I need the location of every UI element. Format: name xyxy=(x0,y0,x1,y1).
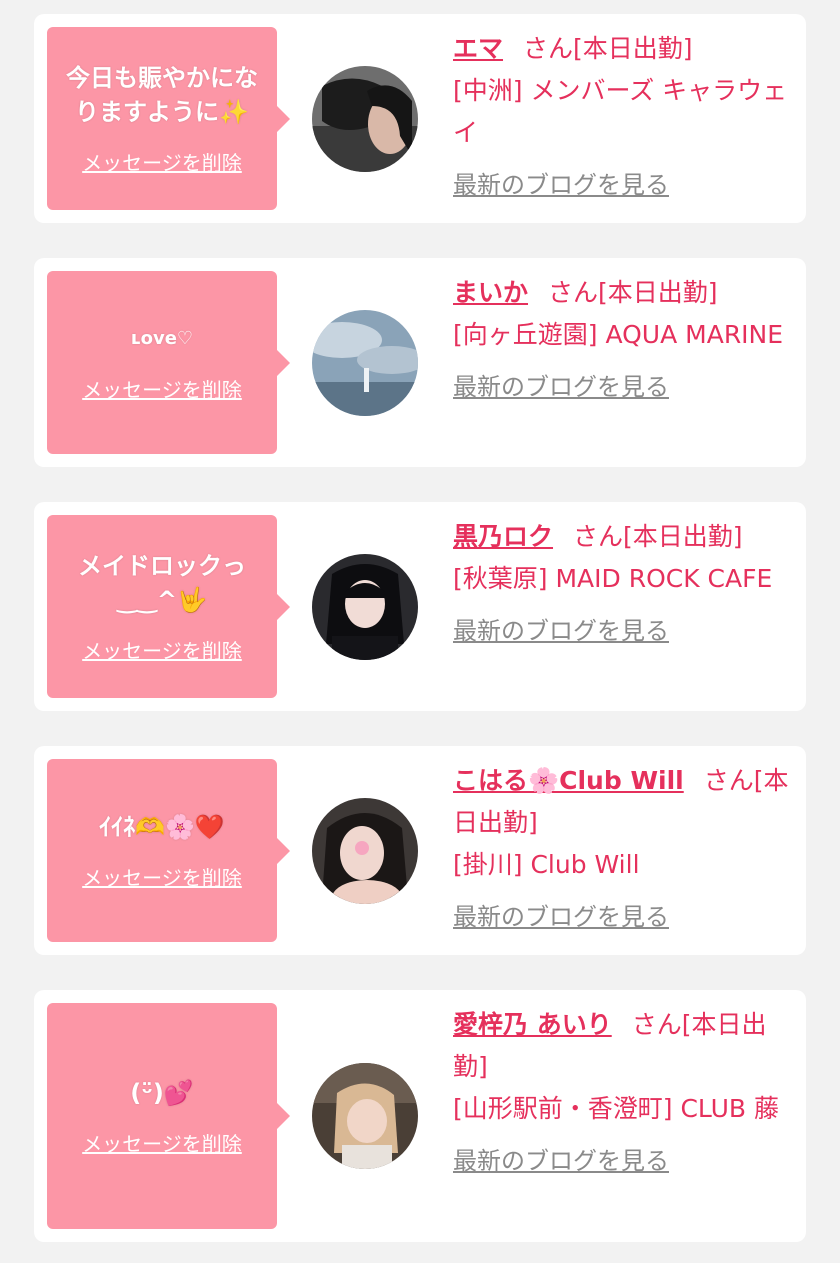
member-info: 愛梓乃 あいり さん[本日出勤] [山形駅前・香澄町] CLUB 藤 最新のブログ… xyxy=(453,1004,793,1182)
latest-blog-link[interactable]: 最新のブログを見る xyxy=(453,896,669,938)
avatar[interactable] xyxy=(312,554,418,660)
honorific: さん xyxy=(548,278,599,307)
member-name-link[interactable]: 愛梓乃 あいり xyxy=(453,1010,612,1039)
member-card: ʟove♡ メッセージを削除 まいか さん[本日出勤] [向ヶ丘遊園] AQUA … xyxy=(34,258,806,467)
honorific: さん xyxy=(703,766,754,795)
delete-message-link[interactable]: メッセージを削除 xyxy=(82,1128,242,1157)
member-name-link[interactable]: こはる🌸Club Will xyxy=(453,766,684,795)
member-info: こはる🌸Club Will さん[本日出勤] [掛川] Club Will 最新の… xyxy=(453,760,793,938)
avatar[interactable] xyxy=(312,66,418,172)
member-info: エマ さん[本日出勤] [中洲] メンバーズ キャラウェイ 最新のブログを見る xyxy=(453,28,793,206)
latest-blog-link[interactable]: 最新のブログを見る xyxy=(453,1140,669,1182)
member-name-link[interactable]: エマ xyxy=(453,34,503,63)
status-label: [本日出勤] xyxy=(623,522,743,551)
delete-message-link[interactable]: メッセージを削除 xyxy=(82,147,242,176)
avatar[interactable] xyxy=(312,310,418,416)
shop-location: [掛川] Club Will xyxy=(453,850,640,879)
member-card: メイドロックっ‿‿^🤟 メッセージを削除 黒乃ロク さん[本日出勤] [秋葉原] … xyxy=(34,502,806,711)
honorific: さん xyxy=(573,522,624,551)
member-info: 黒乃ロク さん[本日出勤] [秋葉原] MAID ROCK CAFE 最新のブログ… xyxy=(453,516,793,652)
honorific: さん xyxy=(523,34,574,63)
latest-blog-link[interactable]: 最新のブログを見る xyxy=(453,164,669,206)
member-info: まいか さん[本日出勤] [向ヶ丘遊園] AQUA MARINE 最新のブログを見… xyxy=(453,272,793,408)
latest-blog-link[interactable]: 最新のブログを見る xyxy=(453,610,669,652)
shop-location: [秋葉原] MAID ROCK CAFE xyxy=(453,564,773,593)
latest-blog-link[interactable]: 最新のブログを見る xyxy=(453,366,669,408)
message-bubble: ｲｲﾈ🫶🌸❤️ メッセージを削除 xyxy=(47,759,290,942)
message-text: (ᵕ̈)💕 xyxy=(130,1078,194,1107)
message-bubble: ʟove♡ メッセージを削除 xyxy=(47,271,290,454)
member-card: (ᵕ̈)💕 メッセージを削除 愛梓乃 あいり さん[本日出勤] [山形駅前・香澄町… xyxy=(34,990,806,1242)
message-text: ʟove♡ xyxy=(130,328,194,349)
honorific: さん xyxy=(631,1010,682,1039)
member-name-link[interactable]: 黒乃ロク xyxy=(453,522,553,551)
message-bubble: メイドロックっ‿‿^🤟 メッセージを削除 xyxy=(47,515,290,698)
member-name-link[interactable]: まいか xyxy=(453,278,528,307)
message-bubble: 今日も賑やかになりますように✨ メッセージを削除 xyxy=(47,27,290,210)
delete-message-link[interactable]: メッセージを削除 xyxy=(82,635,242,664)
delete-message-link[interactable]: メッセージを削除 xyxy=(82,374,242,403)
member-card: 今日も賑やかになりますように✨ メッセージを削除 エマ さん[本日出勤] [中洲]… xyxy=(34,14,806,223)
message-text: メイドロックっ‿‿^🤟 xyxy=(78,552,246,614)
member-card: ｲｲﾈ🫶🌸❤️ メッセージを削除 こはる🌸Club Will さん[本日出勤] [… xyxy=(34,746,806,955)
status-label: [本日出勤] xyxy=(573,34,693,63)
avatar[interactable] xyxy=(312,798,418,904)
message-text: ｲｲﾈ🫶🌸❤️ xyxy=(99,813,225,841)
message-bubble: (ᵕ̈)💕 メッセージを削除 xyxy=(47,1003,290,1229)
avatar[interactable] xyxy=(312,1063,418,1169)
status-label: [本日出勤] xyxy=(598,278,718,307)
shop-location: [中洲] メンバーズ キャラウェイ xyxy=(453,76,788,147)
shop-location: [山形駅前・香澄町] CLUB 藤 xyxy=(453,1094,779,1123)
delete-message-link[interactable]: メッセージを削除 xyxy=(82,862,242,891)
message-text: 今日も賑やかになりますように✨ xyxy=(66,64,258,126)
shop-location: [向ヶ丘遊園] AQUA MARINE xyxy=(453,320,784,349)
